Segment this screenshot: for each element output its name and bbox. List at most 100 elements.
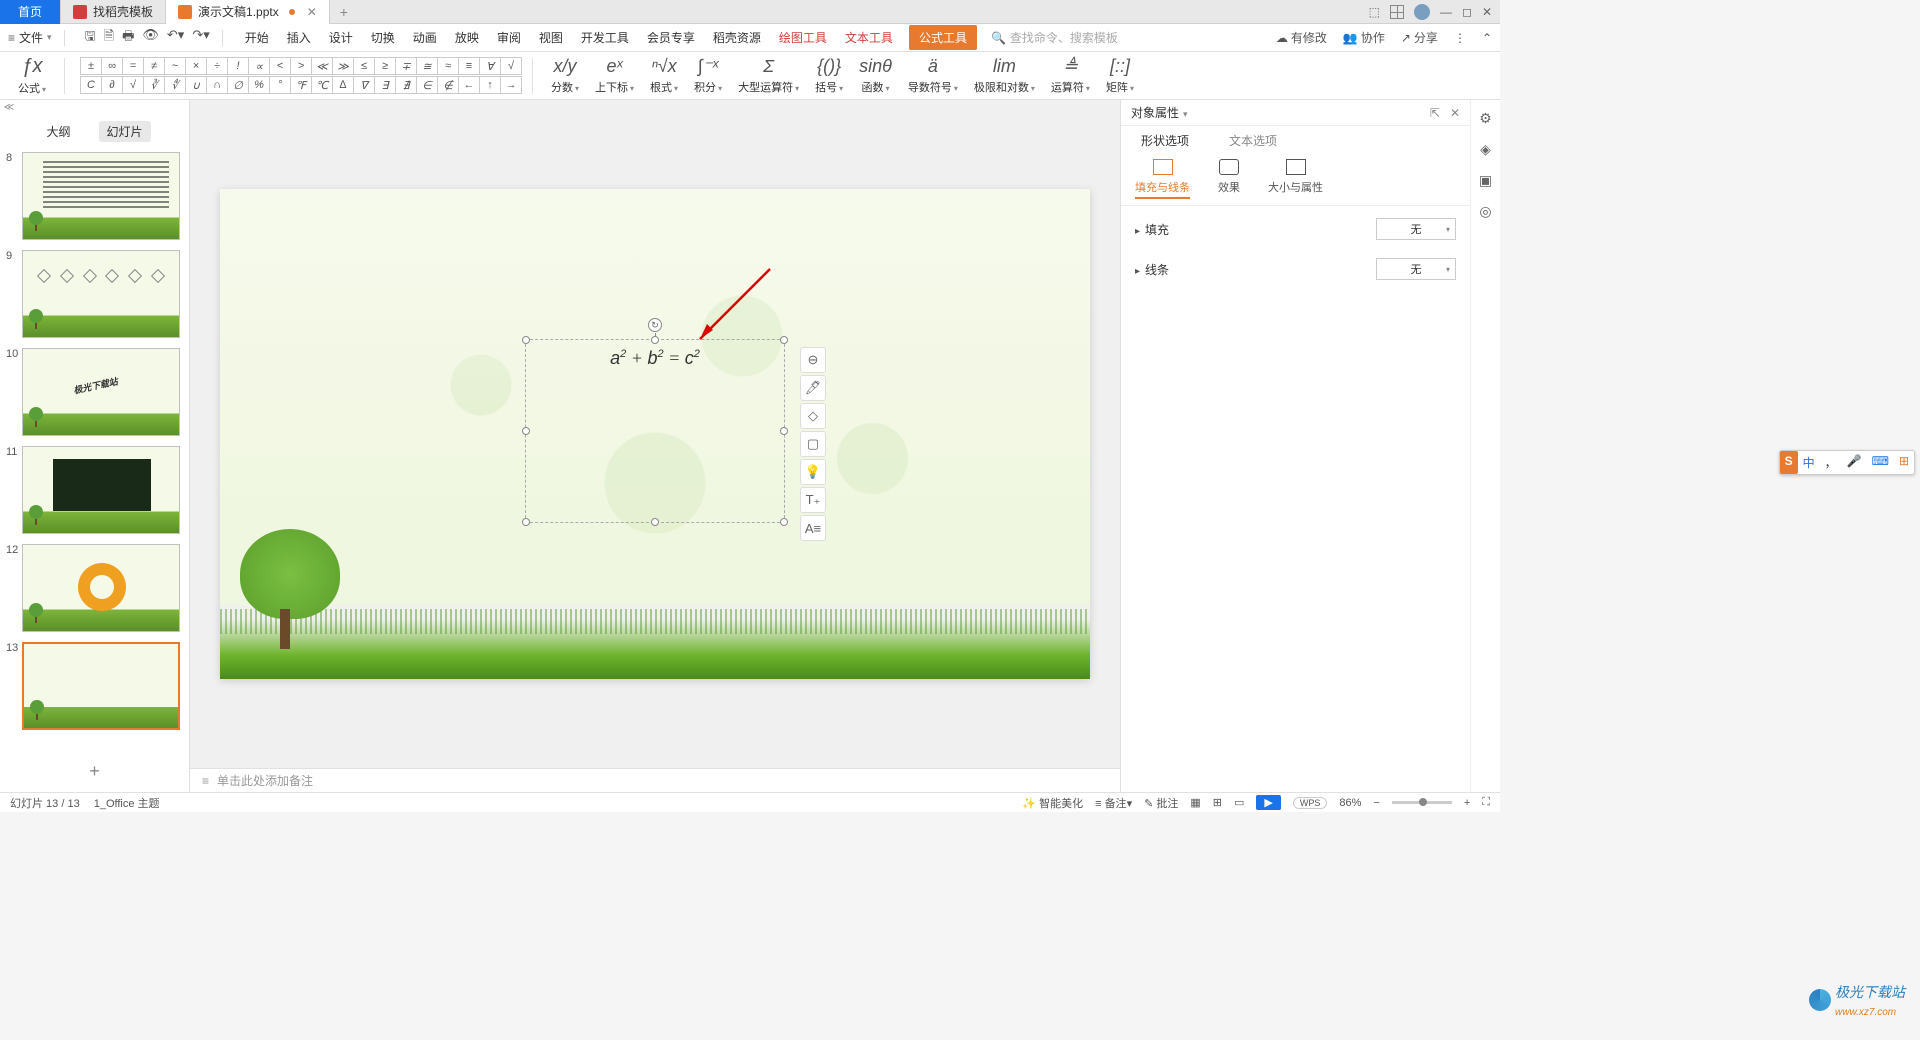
line-select[interactable]: 无 xyxy=(1376,258,1456,280)
undo-icon[interactable]: ↶▾ xyxy=(167,27,184,49)
tab-home[interactable]: 首页 xyxy=(0,0,61,24)
menu-drawing-tools[interactable]: 绘图工具 xyxy=(777,25,829,50)
symbol-cell[interactable]: × xyxy=(185,57,207,75)
rp-title[interactable]: 对象属性 xyxy=(1131,104,1188,121)
menu-start[interactable]: 开始 xyxy=(243,25,271,50)
ribbon-operator[interactable]: ≜运算符 xyxy=(1043,56,1098,95)
resize-handle-bl[interactable] xyxy=(522,518,530,526)
symbol-cell[interactable]: ≈ xyxy=(437,57,459,75)
ft-fill-icon[interactable]: ◇ xyxy=(800,403,826,429)
symbol-cell[interactable]: ∜ xyxy=(164,76,186,94)
symbol-cell[interactable]: > xyxy=(290,57,312,75)
ribbon-root[interactable]: ⁿ√x根式 xyxy=(642,56,686,95)
menu-resources[interactable]: 稻壳资源 xyxy=(711,25,763,50)
menu-insert[interactable]: 插入 xyxy=(285,25,313,50)
coop-button[interactable]: 👥 协作 xyxy=(1343,29,1385,46)
tab-slides[interactable]: 幻灯片 xyxy=(99,121,151,142)
resize-handle-br[interactable] xyxy=(780,518,788,526)
ribbon-bigop[interactable]: Σ大型运算符 xyxy=(730,56,807,95)
ime-punct[interactable]: ， xyxy=(1820,451,1842,474)
selection-box[interactable]: ↻ a2 + b2 = c2 xyxy=(525,339,785,523)
share-button[interactable]: ↗ 分享 xyxy=(1401,29,1438,46)
zoom-in-icon[interactable]: + xyxy=(1464,797,1470,809)
fill-label[interactable]: 填充 xyxy=(1145,223,1169,237)
status-slide[interactable]: 幻灯片 13 / 13 xyxy=(10,795,80,811)
symbol-cell[interactable]: ∞ xyxy=(101,57,123,75)
file-menu[interactable]: 文件▾ xyxy=(19,29,52,46)
symbol-cell[interactable]: ℉ xyxy=(290,76,312,94)
menu-transition[interactable]: 切换 xyxy=(369,25,397,50)
avatar-icon[interactable] xyxy=(1414,4,1430,20)
close-icon[interactable]: ✕ xyxy=(1482,5,1492,19)
symbol-cell[interactable]: ° xyxy=(269,76,291,94)
symbol-cell[interactable]: ~ xyxy=(164,57,186,75)
ribbon-limit[interactable]: lim极限和对数 xyxy=(966,56,1043,95)
menu-text-tools[interactable]: 文本工具 xyxy=(843,25,895,50)
symbol-cell[interactable]: ÷ xyxy=(206,57,228,75)
tab-template[interactable]: 找稻壳模板 xyxy=(61,0,166,24)
formula-content[interactable]: a2 + b2 = c2 xyxy=(526,348,784,369)
resize-handle-tc[interactable] xyxy=(651,336,659,344)
ft-zoom-out[interactable]: ⊖ xyxy=(800,347,826,373)
ribbon-matrix[interactable]: [::]矩阵 xyxy=(1098,56,1142,95)
symbol-cell[interactable]: ↑ xyxy=(479,76,501,94)
tab-close-icon[interactable]: ✕ xyxy=(307,5,317,19)
symbol-cell[interactable]: ≡ xyxy=(458,57,480,75)
symbol-cell[interactable]: ← xyxy=(458,76,480,94)
symbol-cell[interactable]: ≅ xyxy=(416,57,438,75)
zoom-value[interactable]: 86% xyxy=(1339,797,1361,809)
minimize-icon[interactable]: — xyxy=(1440,5,1452,19)
print-icon[interactable]: 🖶 xyxy=(122,27,134,49)
slide[interactable]: ↻ a2 + b2 = c2 ⊖ 🖊 ◇ xyxy=(220,189,1090,679)
symbol-cell[interactable]: ∪ xyxy=(185,76,207,94)
ime-mic-icon[interactable]: 🎤 xyxy=(1842,451,1867,474)
symbol-cell[interactable]: ≥ xyxy=(374,57,396,75)
collapse-ribbon-icon[interactable]: ⌃ xyxy=(1482,31,1492,45)
ft-align-icon[interactable]: A≡ xyxy=(800,515,826,541)
symbol-cell[interactable]: ∇ xyxy=(353,76,375,94)
tab-add[interactable]: + xyxy=(330,0,358,24)
cloud-modify[interactable]: ☁ 有修改 xyxy=(1276,29,1327,46)
canvas-viewport[interactable]: ↻ a2 + b2 = c2 ⊖ 🖊 ◇ xyxy=(190,100,1120,768)
strip-layers-icon[interactable]: ▣ xyxy=(1479,172,1492,189)
ft-bulb-icon[interactable]: 💡 xyxy=(800,459,826,485)
symbol-cell[interactable]: = xyxy=(122,57,144,75)
line-label[interactable]: 线条 xyxy=(1145,263,1169,277)
ribbon-sub[interactable]: eˣ上下标 xyxy=(587,56,642,95)
resize-handle-tl[interactable] xyxy=(522,336,530,344)
ribbon-integral[interactable]: ∫⁻ˣ积分 xyxy=(686,56,730,95)
symbol-cell[interactable]: ∀ xyxy=(479,57,501,75)
symbol-cell[interactable]: ≫ xyxy=(332,57,354,75)
symbol-cell[interactable]: ℃ xyxy=(311,76,333,94)
status-comments[interactable]: ✎ 批注 xyxy=(1144,795,1178,811)
caret-icon[interactable]: ▸ xyxy=(1135,266,1140,277)
status-beautify[interactable]: ✨ 智能美化 xyxy=(1022,795,1083,811)
symbol-cell[interactable]: % xyxy=(248,76,270,94)
strip-style-icon[interactable]: ◈ xyxy=(1480,141,1491,158)
caret-icon[interactable]: ▸ xyxy=(1135,226,1140,237)
ribbon-bracket[interactable]: {()}括号 xyxy=(807,56,851,95)
menu-view[interactable]: 视图 xyxy=(537,25,565,50)
ime-sogou-icon[interactable]: S xyxy=(1780,451,1798,474)
rp-tab-text[interactable]: 文本选项 xyxy=(1229,132,1277,153)
close-panel-icon[interactable]: ✕ xyxy=(1450,106,1460,120)
app-menu-icon[interactable]: ≡ xyxy=(8,31,15,45)
symbol-cell[interactable]: → xyxy=(500,76,522,94)
status-notes[interactable]: ≡ 备注▾ xyxy=(1095,795,1132,811)
layout-icon[interactable]: ⬚ xyxy=(1369,5,1380,19)
fit-icon[interactable]: ⛶ xyxy=(1482,796,1490,809)
symbol-cell[interactable]: ∈ xyxy=(416,76,438,94)
menu-member[interactable]: 会员专享 xyxy=(645,25,697,50)
ft-pen-icon[interactable]: 🖊 xyxy=(800,375,826,401)
menu-design[interactable]: 设计 xyxy=(327,25,355,50)
zoom-out-icon[interactable]: − xyxy=(1373,797,1379,809)
ime-grid-icon[interactable]: ⊞ xyxy=(1894,451,1914,474)
resize-handle-lc[interactable] xyxy=(522,427,530,435)
symbol-cell[interactable]: ∅ xyxy=(227,76,249,94)
command-search[interactable]: 🔍 查找命令、搜索模板 xyxy=(991,29,1118,46)
formula-button[interactable]: ƒx 公式 xyxy=(10,55,54,96)
view-sorter-icon[interactable]: ⊞ xyxy=(1213,796,1222,809)
view-reading-icon[interactable]: ▭ xyxy=(1234,796,1244,809)
symbol-cell[interactable]: ∉ xyxy=(437,76,459,94)
symbol-cell[interactable]: ∃ xyxy=(374,76,396,94)
